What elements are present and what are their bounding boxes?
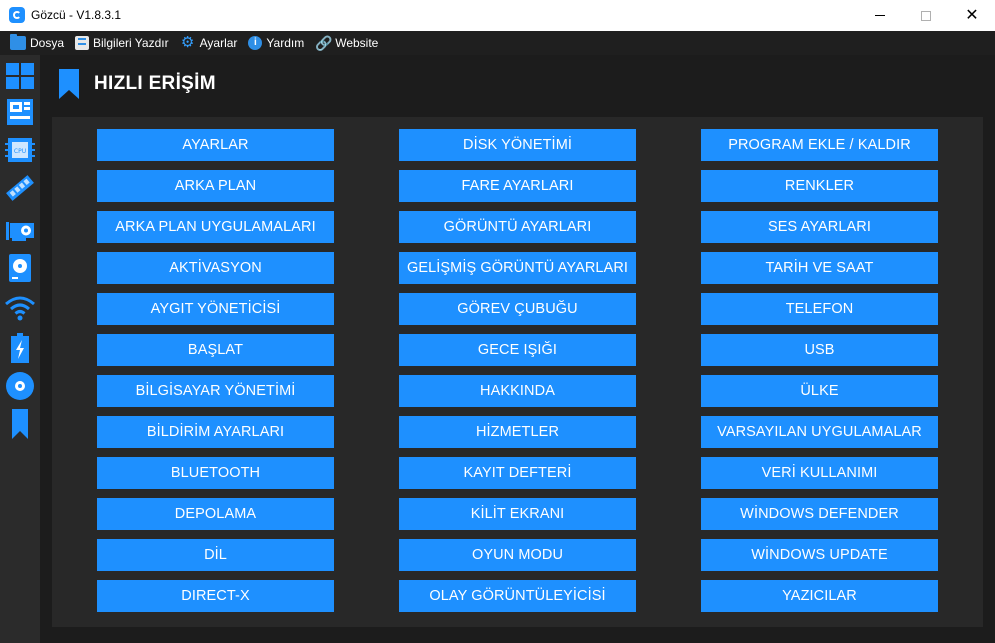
gear-icon: ⚙ (180, 34, 195, 51)
quick-access-button[interactable]: TARİH VE SAAT (701, 252, 938, 284)
quick-access-button[interactable]: WİNDOWS UPDATE (701, 539, 938, 571)
sidebar-item-quick-access[interactable] (3, 407, 37, 441)
print-icon (75, 36, 90, 50)
quick-access-button[interactable]: ÜLKE (701, 375, 938, 407)
menu-label: Yardım (266, 36, 305, 50)
content-area: HIZLI ERİŞİM AYARLAR ARKA PLAN ARKA PLAN… (40, 55, 995, 643)
quick-access-button[interactable]: AYGIT YÖNETİCİSİ (97, 293, 334, 325)
sidebar-item-motherboard[interactable] (3, 95, 37, 129)
cpu-icon: CPU (5, 138, 35, 162)
quick-access-button[interactable]: OLAY GÖRÜNTÜLEYİCİSİ (399, 580, 636, 612)
menu-ayarlar[interactable]: ⚙ Ayarlar (180, 31, 238, 55)
sidebar-item-os[interactable] (3, 59, 37, 93)
quick-access-panel: AYARLAR ARKA PLAN ARKA PLAN UYGULAMALARI… (52, 117, 983, 627)
menu-yardim[interactable]: i Yardım (248, 31, 304, 55)
disk-icon (9, 254, 31, 282)
quick-access-button[interactable]: SES AYARLARI (701, 211, 938, 243)
windows-icon (6, 63, 34, 89)
optical-drive-icon (6, 372, 34, 400)
quick-access-button[interactable]: KİLİT EKRANI (399, 498, 636, 530)
quick-access-button[interactable]: DEPOLAMA (97, 498, 334, 530)
sidebar-item-ram[interactable] (3, 171, 37, 205)
menu-website[interactable]: 🔗 Website (315, 31, 378, 55)
quick-access-button[interactable]: WİNDOWS DEFENDER (701, 498, 938, 530)
sidebar-item-optical-drive[interactable] (3, 369, 37, 403)
cpu-chip-label: CPU (14, 148, 26, 155)
quick-access-button[interactable]: KAYIT DEFTERİ (399, 457, 636, 489)
motherboard-icon (7, 99, 33, 125)
quick-access-button[interactable]: BİLGİSAYAR YÖNETİMİ (97, 375, 334, 407)
sidebar-item-network[interactable] (3, 291, 37, 325)
quick-access-button[interactable]: BAŞLAT (97, 334, 334, 366)
quick-access-button[interactable]: HİZMETLER (399, 416, 636, 448)
menu-bilgileri-yazdir[interactable]: Bilgileri Yazdır (75, 31, 169, 55)
quick-access-button[interactable]: GÖREV ÇUBUĞU (399, 293, 636, 325)
bookmark-icon (59, 69, 79, 99)
page-title: HIZLI ERİŞİM (94, 73, 216, 94)
menu-dosya[interactable]: Dosya (10, 31, 64, 55)
quick-access-button[interactable]: VERİ KULLANIMI (701, 457, 938, 489)
menu-bar: Dosya Bilgileri Yazdır ⚙ Ayarlar i Yardı… (0, 31, 995, 55)
menu-label: Dosya (30, 36, 65, 50)
close-icon: ✕ (965, 6, 979, 24)
sidebar-item-battery[interactable] (3, 331, 37, 365)
menu-label: Bilgileri Yazdır (93, 36, 169, 50)
bookmark-icon (12, 409, 28, 439)
quick-access-button[interactable]: FARE AYARLARI (399, 170, 636, 202)
quick-access-button[interactable]: AYARLAR (97, 129, 334, 161)
maximize-button[interactable] (903, 0, 949, 31)
gpu-icon (6, 222, 34, 241)
quick-access-button[interactable]: GECE IŞIĞI (399, 334, 636, 366)
quick-access-button[interactable]: ARKA PLAN UYGULAMALARI (97, 211, 334, 243)
quick-access-button[interactable]: PROGRAM EKLE / KALDIR (701, 129, 938, 161)
quick-access-button[interactable]: AKTİVASYON (97, 252, 334, 284)
sidebar-item-disk[interactable] (3, 251, 37, 285)
info-icon: i (248, 36, 263, 50)
quick-access-button[interactable]: RENKLER (701, 170, 938, 202)
menu-label: Website (335, 36, 379, 50)
quick-access-button[interactable]: ARKA PLAN (97, 170, 334, 202)
main-area: CPU HIZLI ERİŞİM AYARLAR ARKA PLAN ARKA … (0, 55, 995, 643)
close-button[interactable]: ✕ (949, 0, 995, 31)
ram-icon (6, 175, 34, 201)
minimize-button[interactable] (857, 0, 903, 31)
app-logo-icon (9, 7, 25, 23)
quick-access-button[interactable]: DİSK YÖNETİMİ (399, 129, 636, 161)
quick-access-button[interactable]: BİLDİRİM AYARLARI (97, 416, 334, 448)
menu-label: Ayarlar (199, 36, 238, 50)
minimize-icon (875, 15, 885, 16)
sidebar: CPU (0, 55, 40, 643)
quick-access-button[interactable]: VARSAYILAN UYGULAMALAR (701, 416, 938, 448)
link-icon: 🔗 (315, 35, 333, 51)
quick-access-button[interactable]: GÖRÜNTÜ AYARLARI (399, 211, 636, 243)
quick-access-button[interactable]: DIRECT-X (97, 580, 334, 612)
title-bar: Gözcü - V1.8.3.1 ✕ (0, 0, 995, 31)
window-title: Gözcü - V1.8.3.1 (31, 8, 122, 22)
quick-access-button[interactable]: HAKKINDA (399, 375, 636, 407)
quick-access-button[interactable]: USB (701, 334, 938, 366)
quick-access-button[interactable]: OYUN MODU (399, 539, 636, 571)
quick-access-button[interactable]: TELEFON (701, 293, 938, 325)
maximize-icon (921, 10, 931, 21)
quick-access-button[interactable]: YAZICILAR (701, 580, 938, 612)
quick-access-button[interactable]: BLUETOOTH (97, 457, 334, 489)
quick-access-button[interactable]: GELİŞMİŞ GÖRÜNTÜ AYARLARI (399, 252, 636, 284)
battery-icon (11, 333, 29, 363)
folder-icon (10, 34, 26, 50)
sidebar-item-gpu[interactable] (3, 213, 37, 247)
wifi-icon (5, 296, 35, 321)
quick-access-button[interactable]: DİL (97, 539, 334, 571)
sidebar-item-cpu[interactable]: CPU (3, 133, 37, 167)
